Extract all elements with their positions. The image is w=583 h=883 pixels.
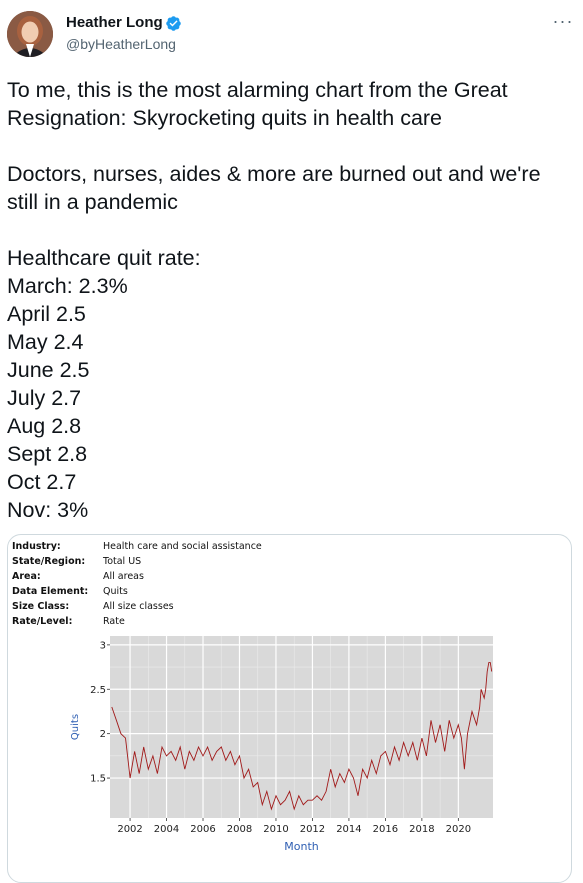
profile-avatar[interactable] xyxy=(7,11,53,57)
metadata-label: State/Region: xyxy=(12,556,85,567)
x-tick-label: 2020 xyxy=(446,824,471,835)
tweet-media-image[interactable]: Industry: Health care and social assistan… xyxy=(7,534,572,883)
y-tick-label: 2.5 xyxy=(90,685,106,696)
x-tick-label: 2012 xyxy=(300,824,325,835)
x-tick-label: 2006 xyxy=(190,824,215,835)
x-tick-label: 2014 xyxy=(336,824,361,835)
more-options-icon[interactable]: ··· xyxy=(551,12,575,32)
author-name[interactable]: Heather Long xyxy=(66,14,163,32)
quits-chart: Industry: Health care and social assistan… xyxy=(12,541,493,853)
x-tick-label: 2018 xyxy=(409,824,434,835)
verified-badge-icon xyxy=(166,16,181,31)
x-tick-label: 2016 xyxy=(373,824,398,835)
metadata-value: Health care and social assistance xyxy=(103,541,262,552)
tweet-card: Heather Long @byHeatherLong ··· To me, t… xyxy=(0,0,583,883)
metadata-label: Industry: xyxy=(12,541,61,552)
metadata-label: Area: xyxy=(12,571,41,582)
metadata-value: All size classes xyxy=(103,601,174,612)
x-axis-label: Month xyxy=(284,840,319,853)
metadata-label: Size Class: xyxy=(12,601,69,612)
y-axis-label: Quits xyxy=(70,714,81,740)
metadata-value: Rate xyxy=(103,616,125,627)
tweet-text: To me, this is the most alarming chart f… xyxy=(7,78,541,522)
y-tick-label: 3 xyxy=(100,640,106,651)
metadata-value: All areas xyxy=(103,571,144,582)
x-tick-label: 2010 xyxy=(263,824,288,835)
metadata-value: Quits xyxy=(103,586,128,597)
x-tick-label: 2004 xyxy=(154,824,179,835)
metadata-label: Rate/Level: xyxy=(12,616,72,627)
plot-panel xyxy=(110,636,493,818)
x-tick-label: 2002 xyxy=(117,824,142,835)
chart-metadata: Industry: Health care and social assistan… xyxy=(12,541,262,627)
x-tick-label: 2008 xyxy=(227,824,252,835)
y-tick-label: 2 xyxy=(100,729,106,740)
metadata-label: Data Element: xyxy=(12,586,88,597)
metadata-value: Total US xyxy=(102,556,141,567)
y-tick-label: 1.5 xyxy=(90,774,106,785)
author-handle[interactable]: @byHeatherLong xyxy=(66,36,176,53)
